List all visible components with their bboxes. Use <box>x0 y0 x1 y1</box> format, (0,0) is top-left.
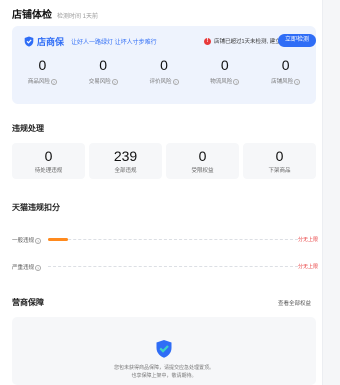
brand-slogan[interactable]: 让好人一路绿灯 让坏人寸步难行 <box>71 37 157 46</box>
view-all-benefits-link[interactable]: 查看全部权益 <box>278 299 311 307</box>
side-panel-edge <box>322 0 340 385</box>
tmall-deduction-title: 天猫违规扣分 <box>12 203 60 212</box>
violation-value: 0 <box>198 148 207 164</box>
guarantee-line-2: 也享保障上架中，敬请期待。 <box>131 373 197 379</box>
shop-health-panel: 店铺体检 检测时间 1天前 店商保 让好人一路绿灯 让坏人寸步难行 ! 店铺已超… <box>0 0 322 385</box>
deduction-label: 严重违规 <box>12 265 35 271</box>
deduction-label: 一般违规 <box>12 238 35 244</box>
help-icon[interactable]: ? <box>294 78 301 85</box>
deduction-track <box>48 266 298 267</box>
risk-value: 0 <box>281 57 290 73</box>
risk-item-logistics[interactable]: 0 物流风险? <box>194 56 255 85</box>
violation-label: 下架商品 <box>268 168 291 174</box>
violation-card-pending[interactable]: 0 待处理违规 <box>12 143 85 179</box>
shield-check-icon <box>156 340 172 358</box>
risk-value: 0 <box>220 57 229 73</box>
risk-value: 0 <box>99 57 108 73</box>
deduction-track <box>48 239 298 240</box>
violation-card-all[interactable]: 239 全部违规 <box>89 143 162 179</box>
deduction-fill <box>48 238 68 241</box>
risk-value: 0 <box>38 57 47 73</box>
shop-check-card: 店商保 让好人一路绿灯 让坏人寸步难行 ! 店铺已超过1天未检测, 建立新检测 … <box>12 26 316 104</box>
page-title: 店铺体检 <box>12 10 52 21</box>
risk-grid: 0 商品风险? 0 交易风险? 0 评价风险? 0 物流风险? 0 店铺风险? <box>12 56 316 85</box>
shield-icon <box>24 36 34 47</box>
brand-name: 店商保 <box>37 37 65 47</box>
risk-label: 物流风险 <box>210 79 233 85</box>
risk-label: 评价风险 <box>149 79 172 85</box>
help-icon[interactable]: ? <box>233 78 240 85</box>
deduction-row-serious: 严重违规? 分无上限 <box>12 262 318 272</box>
guarantee-title: 营商保障 <box>12 298 44 307</box>
help-icon[interactable]: ? <box>111 78 118 85</box>
violation-value: 239 <box>113 148 138 164</box>
violation-label: 受限权益 <box>191 168 214 174</box>
violation-card-delisted[interactable]: 0 下架商品 <box>243 143 316 179</box>
risk-item-shop[interactable]: 0 店铺风险? <box>255 56 316 85</box>
help-icon[interactable]: ? <box>50 78 57 85</box>
violation-label: 待处理违规 <box>34 168 63 174</box>
deduction-end-label: 分无上限 <box>297 237 318 243</box>
help-icon[interactable]: ? <box>172 78 179 85</box>
help-icon[interactable]: ? <box>35 264 42 271</box>
risk-label: 交易风险 <box>88 79 111 85</box>
deduction-end-label: 分无上限 <box>297 264 318 270</box>
guarantee-card: 您包未获得商品保障，请提交应急处理置顶。 也享保障上架中，敬请期待。 <box>12 317 316 385</box>
check-time: 检测时间 1天前 <box>57 14 99 20</box>
violation-value: 0 <box>275 148 284 164</box>
violation-label: 全部违规 <box>114 168 137 174</box>
check-now-button[interactable]: 立即检测 <box>278 34 316 47</box>
risk-value: 0 <box>160 57 168 73</box>
guarantee-line-1: 您包未获得商品保障，请提交应急处理置顶。 <box>113 365 214 371</box>
risk-label: 商品风险 <box>27 79 50 85</box>
risk-label: 店铺风险 <box>271 79 294 85</box>
risk-item-trade[interactable]: 0 交易风险? <box>73 56 134 85</box>
violation-cards: 0 待处理违规 239 全部违规 0 受限权益 0 下架商品 <box>12 143 316 179</box>
violation-value: 0 <box>44 148 53 164</box>
header: 店铺体检 检测时间 1天前 <box>12 6 98 21</box>
brand: 店商保 让好人一路绿灯 让坏人寸步难行 <box>24 35 157 48</box>
warning-icon: ! <box>204 37 211 45</box>
deduction-row-general: 一般违规? 分无上限 <box>12 235 318 245</box>
risk-item-product[interactable]: 0 商品风险? <box>12 56 73 85</box>
risk-item-review[interactable]: 0 评价风险? <box>134 56 195 85</box>
violations-title: 违规处理 <box>12 124 44 133</box>
violation-card-restricted[interactable]: 0 受限权益 <box>166 143 239 179</box>
help-icon[interactable]: ? <box>35 237 42 244</box>
